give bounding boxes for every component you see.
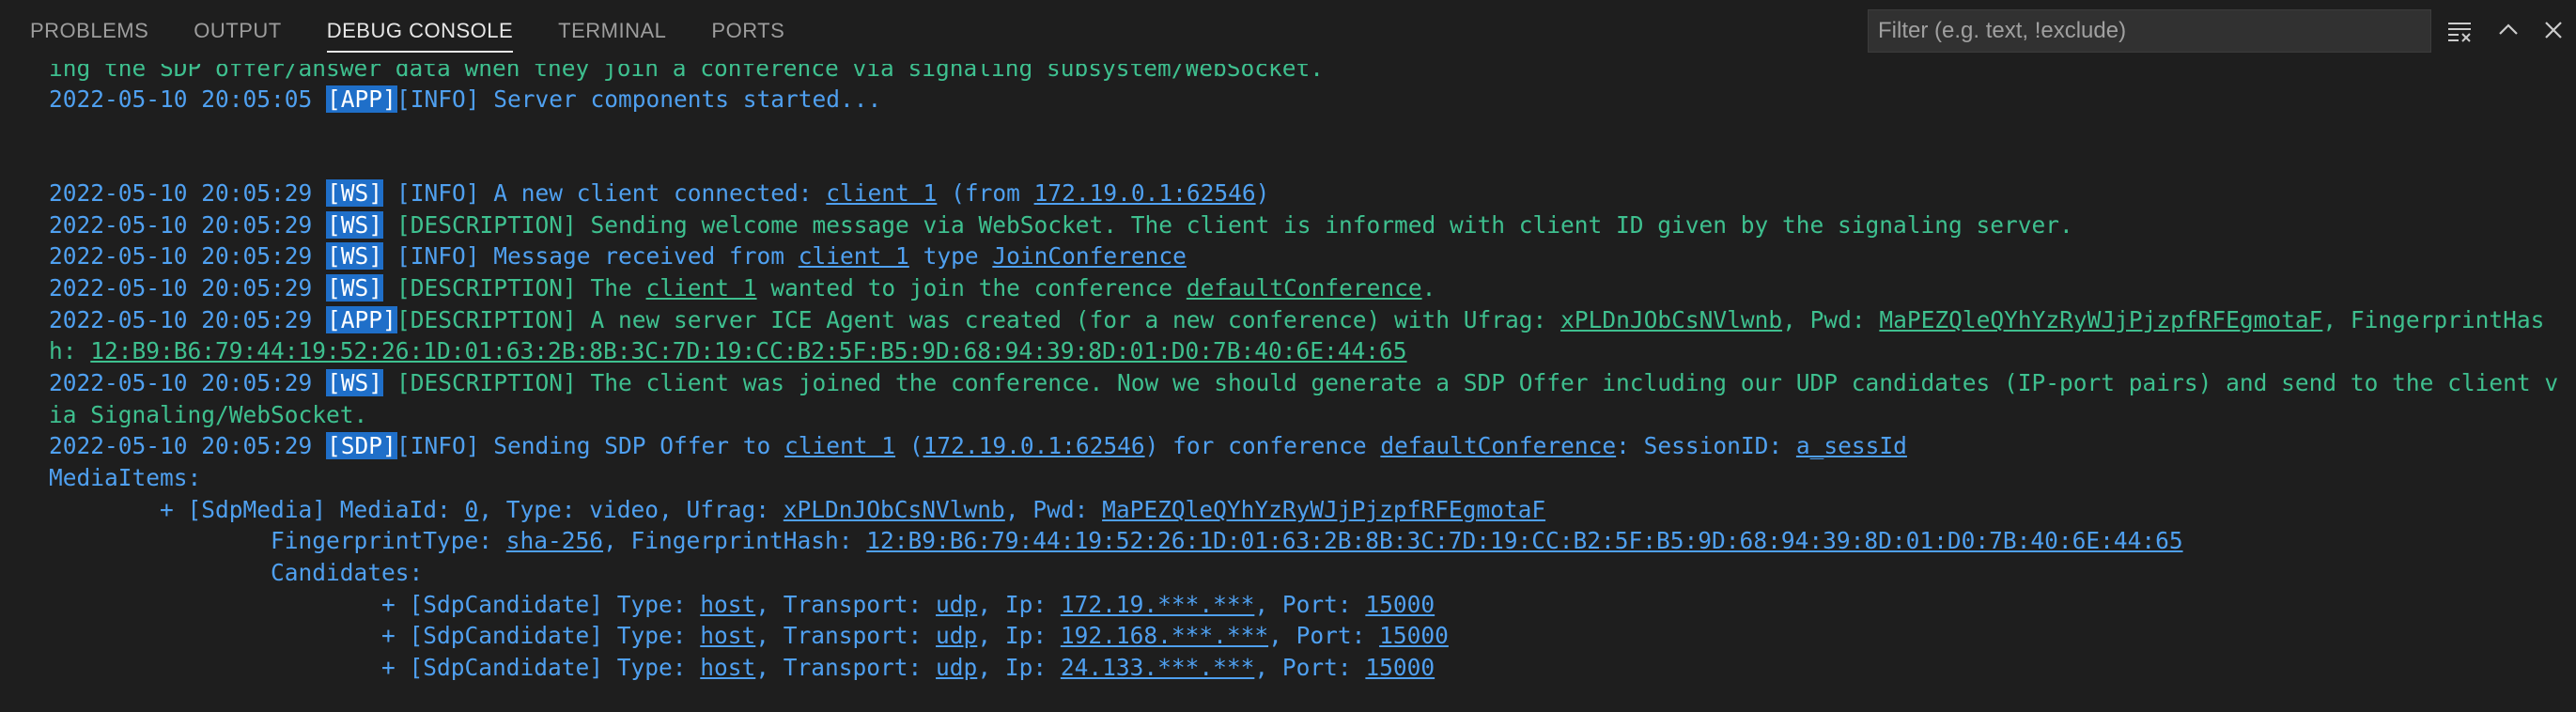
clear-all-icon bbox=[2448, 23, 2471, 42]
log-timestamp: 2022-05-10 20:05:29 bbox=[49, 274, 313, 302]
ip-link[interactable]: 192.168.***.*** bbox=[1061, 622, 1268, 649]
close-panel-button[interactable] bbox=[2537, 13, 2570, 47]
fingerprint-link[interactable]: 12:B9:B6:79:44:19:52:26:1D:01:63:2B:8B:3… bbox=[866, 527, 2182, 554]
log-message: [INFO] Server components started... bbox=[396, 85, 882, 113]
candidate-type-link[interactable]: host bbox=[700, 591, 755, 618]
log-timestamp: 2022-05-10 20:05:29 bbox=[49, 211, 313, 239]
log-message: [DESCRIPTION] The client was joined the … bbox=[396, 369, 2559, 396]
tab-output[interactable]: OUTPUT bbox=[194, 0, 281, 64]
log-line: MediaItems: bbox=[49, 464, 202, 491]
clear-console-button[interactable] bbox=[2443, 13, 2476, 47]
log-tag: [WS] bbox=[326, 274, 384, 302]
fingerprint-link[interactable]: 12:B9:B6:79:44:19:52:26:1D:01:63:2B:8B:3… bbox=[90, 337, 1406, 364]
log-line: 2022-05-10 20:05:29 [WS] [INFO] A new cli… bbox=[49, 179, 1270, 207]
port-link[interactable]: 15000 bbox=[1379, 622, 1449, 649]
transport-link[interactable]: udp bbox=[936, 591, 977, 618]
log-line: + [SdpCandidate] Type: host, Transport: … bbox=[49, 654, 1435, 681]
ip-link[interactable]: 24.133.***.*** bbox=[1061, 654, 1255, 681]
log-line: + [SdpCandidate] Type: host, Transport: … bbox=[49, 622, 1449, 649]
port-link[interactable]: 15000 bbox=[1365, 591, 1435, 618]
log-timestamp: 2022-05-10 20:05:29 bbox=[49, 242, 313, 270]
log-line: h: 12:B9:B6:79:44:19:52:26:1D:01:63:2B:8… bbox=[49, 337, 1407, 364]
tab-debug-console[interactable]: DEBUG CONSOLE bbox=[326, 0, 514, 64]
log-timestamp: 2022-05-10 20:05:29 bbox=[49, 432, 313, 459]
log-line: 2022-05-10 20:05:29 [WS] [DESCRIPTION] Th… bbox=[49, 274, 1436, 302]
log-line: 2022-05-10 20:05:29 [WS] [DESCRIPTION] Th… bbox=[49, 367, 2558, 399]
log-tag: [WS] bbox=[326, 242, 384, 270]
client-link[interactable]: client 1 bbox=[784, 432, 895, 459]
log-line: 2022-05-10 20:05:29 [APP][DESCRIPTION] A… bbox=[49, 306, 2545, 333]
debug-console-output[interactable]: ing the SDP offer/answer data when they … bbox=[0, 64, 2576, 712]
log-line: 2022-05-10 20:05:29 [WS] [DESCRIPTION] Se… bbox=[49, 209, 2073, 241]
pwd-link[interactable]: MaPEZQleQYhYzRyWJjPjzpfRFEgmotaF bbox=[1102, 496, 1545, 523]
message-type-link[interactable]: JoinConference bbox=[992, 242, 1187, 270]
log-line: + [SdpCandidate] Type: host, Transport: … bbox=[49, 591, 1435, 618]
log-tag: [SDP] bbox=[326, 432, 397, 459]
session-id-link[interactable]: a_sessId bbox=[1796, 432, 1907, 459]
chevron-up-icon bbox=[2499, 23, 2518, 35]
panel-header: PROBLEMS OUTPUT DEBUG CONSOLE TERMINAL P… bbox=[0, 0, 2576, 64]
log-line: FingerprintType: sha-256, FingerprintHas… bbox=[49, 527, 2183, 554]
log-tag: [WS] bbox=[326, 179, 384, 207]
client-link[interactable]: client 1 bbox=[799, 242, 909, 270]
fingerprint-type-link[interactable]: sha-256 bbox=[506, 527, 603, 554]
log-tag: [APP] bbox=[326, 306, 397, 333]
tab-ports[interactable]: PORTS bbox=[711, 0, 784, 64]
filter-input[interactable]: Filter (e.g. text, !exclude) bbox=[1868, 9, 2431, 53]
log-line: 2022-05-10 20:05:05 [APP][INFO] Server c… bbox=[49, 84, 881, 116]
log-line: ia Signaling/WebSocket. bbox=[49, 401, 368, 428]
close-icon bbox=[2545, 22, 2562, 39]
log-tag: [WS] bbox=[326, 211, 384, 239]
log-tag: [WS] bbox=[326, 369, 384, 396]
maximize-panel-button[interactable] bbox=[2491, 13, 2525, 47]
transport-link[interactable]: udp bbox=[936, 654, 977, 681]
transport-link[interactable]: udp bbox=[936, 622, 977, 649]
client-link[interactable]: client 1 bbox=[646, 274, 757, 302]
client-link[interactable]: client 1 bbox=[826, 179, 937, 207]
port-link[interactable]: 15000 bbox=[1365, 654, 1435, 681]
tab-terminal[interactable]: TERMINAL bbox=[558, 0, 666, 64]
candidate-type-link[interactable]: host bbox=[700, 654, 755, 681]
pwd-link[interactable]: MaPEZQleQYhYzRyWJjPjzpfRFEgmotaF bbox=[1879, 306, 2322, 333]
log-message: [DESCRIPTION] Sending welcome message vi… bbox=[396, 211, 2073, 239]
log-timestamp: 2022-05-10 20:05:29 bbox=[49, 369, 313, 396]
media-id-link[interactable]: 0 bbox=[465, 496, 479, 523]
address-link[interactable]: 172.19.0.1:62546 bbox=[1034, 179, 1256, 207]
log-tag: [APP] bbox=[326, 85, 397, 113]
log-line: 2022-05-10 20:05:29 [WS] [INFO] Message r… bbox=[49, 242, 1187, 270]
ip-link[interactable]: 172.19.***.*** bbox=[1061, 591, 1255, 618]
panel-tabs: PROBLEMS OUTPUT DEBUG CONSOLE TERMINAL P… bbox=[30, 0, 830, 64]
address-link[interactable]: 172.19.0.1:62546 bbox=[923, 432, 1145, 459]
conference-link[interactable]: defaultConference bbox=[1187, 274, 1422, 302]
tab-problems[interactable]: PROBLEMS bbox=[30, 0, 148, 64]
candidate-type-link[interactable]: host bbox=[700, 622, 755, 649]
log-timestamp: 2022-05-10 20:05:29 bbox=[49, 179, 313, 207]
log-line: Candidates: bbox=[49, 559, 424, 586]
log-line: + [SdpMedia] MediaId: 0, Type: video, Uf… bbox=[49, 496, 1546, 523]
conference-link[interactable]: defaultConference bbox=[1380, 432, 1616, 459]
log-line: 2022-05-10 20:05:29 [SDP][INFO] Sending … bbox=[49, 432, 1907, 459]
ufrag-link[interactable]: xPLDnJObCsNVlwnb bbox=[784, 496, 1005, 523]
log-timestamp: 2022-05-10 20:05:29 bbox=[49, 306, 313, 333]
ufrag-link[interactable]: xPLDnJObCsNVlwnb bbox=[1560, 306, 1782, 333]
log-timestamp: 2022-05-10 20:05:05 bbox=[49, 85, 313, 113]
log-line: ing the SDP offer/answer data when they … bbox=[49, 64, 1325, 82]
